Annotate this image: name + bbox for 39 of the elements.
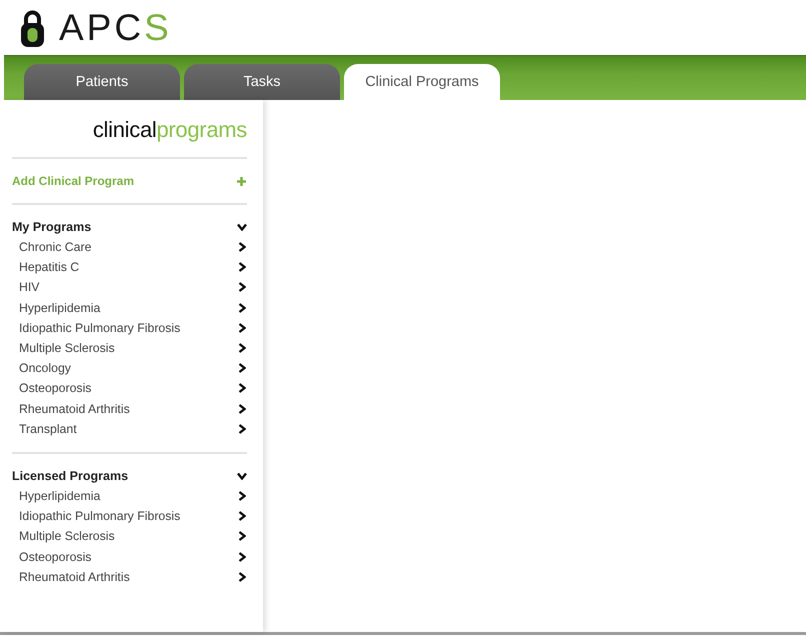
chevron-right-icon	[238, 531, 246, 542]
program-item[interactable]: Hyperlipidemia	[12, 486, 247, 506]
chevron-right-icon	[238, 322, 246, 333]
tab[interactable]: Clinical Programs	[344, 64, 500, 100]
program-item[interactable]: Multiple Sclerosis	[12, 338, 247, 358]
sidebar-heading: clinicalprograms	[92, 116, 247, 144]
section-title[interactable]: Licensed Programs	[12, 468, 128, 483]
chevron-right-icon	[238, 552, 246, 562]
program-item[interactable]: Multiple Sclerosis	[12, 526, 247, 546]
tab[interactable]: Tasks	[184, 64, 340, 100]
section-title[interactable]: My Programs	[12, 220, 92, 234]
chevron-right-icon	[238, 262, 246, 272]
program-item[interactable]: HIV	[12, 277, 247, 298]
chevron-right-icon	[238, 302, 246, 313]
chevron-right-icon	[238, 572, 246, 582]
chevron-right-icon	[238, 383, 246, 394]
program-item[interactable]: Idiopathic Pulmonary Fibrosis	[12, 318, 247, 338]
chevron-right-icon	[238, 490, 246, 501]
tab[interactable]: Patients	[24, 64, 180, 100]
program-item[interactable]: Osteoporosis	[12, 546, 247, 567]
chevron-right-icon	[238, 511, 246, 522]
chevron-right-icon	[238, 424, 246, 434]
chevron-right-icon	[238, 343, 246, 354]
chevron-right-icon	[238, 363, 246, 374]
program-item[interactable]: Idiopathic Pulmonary Fibrosis	[12, 506, 247, 526]
chevron-right-icon	[238, 282, 246, 292]
program-item[interactable]: Hyperlipidemia	[12, 298, 247, 318]
program-item[interactable]: Chronic Care	[12, 237, 247, 258]
program-item[interactable]: Hepatitis C	[12, 257, 247, 278]
plus-icon[interactable]	[237, 176, 246, 186]
chevron-right-icon	[238, 242, 246, 252]
program-item[interactable]: Oncology	[12, 358, 247, 378]
padlock-icon	[20, 8, 45, 46]
program-item[interactable]: Osteoporosis	[12, 378, 247, 398]
program-item[interactable]: Rheumatoid Arthritis	[12, 398, 247, 419]
program-item[interactable]: Transplant	[12, 418, 247, 439]
chevron-right-icon	[238, 404, 246, 414]
program-item[interactable]: Rheumatoid Arthritis	[12, 566, 247, 587]
logo-text: APCS	[59, 8, 172, 48]
